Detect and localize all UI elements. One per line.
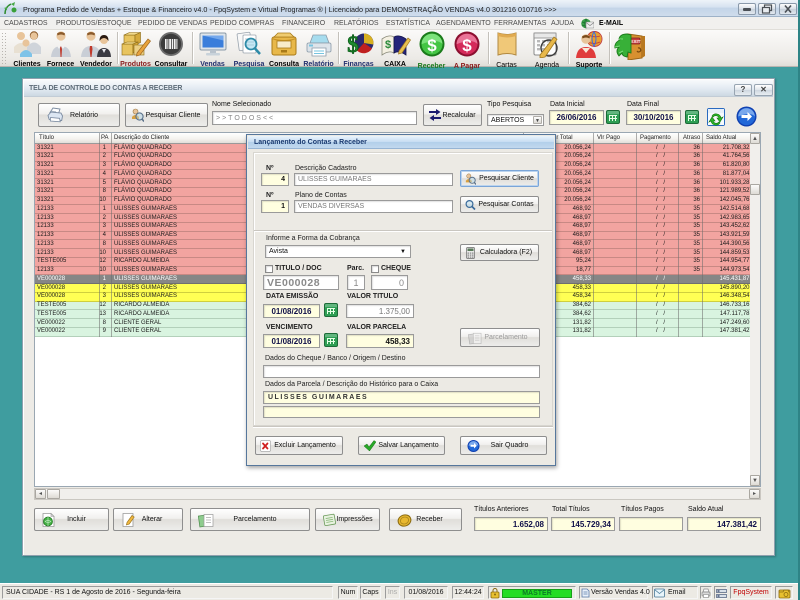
- svg-text:$: $: [427, 36, 437, 55]
- svg-text:$: $: [385, 39, 391, 51]
- svg-text:$: $: [462, 36, 472, 55]
- svg-text:$: $: [347, 32, 359, 57]
- svg-text:EXIT: EXIT: [630, 39, 640, 44]
